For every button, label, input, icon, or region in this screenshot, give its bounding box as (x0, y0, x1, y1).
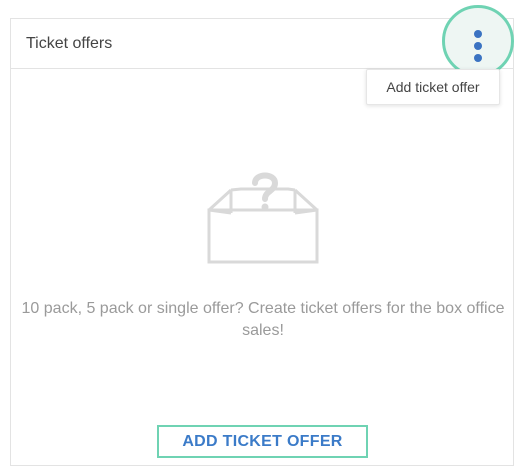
options-menu: Add ticket offer (366, 69, 500, 105)
panel-title: Ticket offers (26, 35, 113, 52)
kebab-dot (474, 54, 482, 62)
add-ticket-offer-button[interactable]: ADD TICKET OFFER (157, 425, 368, 458)
empty-state-message: 10 pack, 5 pack or single offer? Create … (21, 300, 505, 339)
kebab-dot (474, 42, 482, 50)
empty-box-question-icon (207, 172, 319, 264)
kebab-dot (474, 30, 482, 38)
panel-header: Ticket offers (11, 19, 513, 69)
more-options-button[interactable] (460, 22, 496, 66)
menu-item-add-ticket-offer[interactable]: Add ticket offer (367, 70, 499, 104)
